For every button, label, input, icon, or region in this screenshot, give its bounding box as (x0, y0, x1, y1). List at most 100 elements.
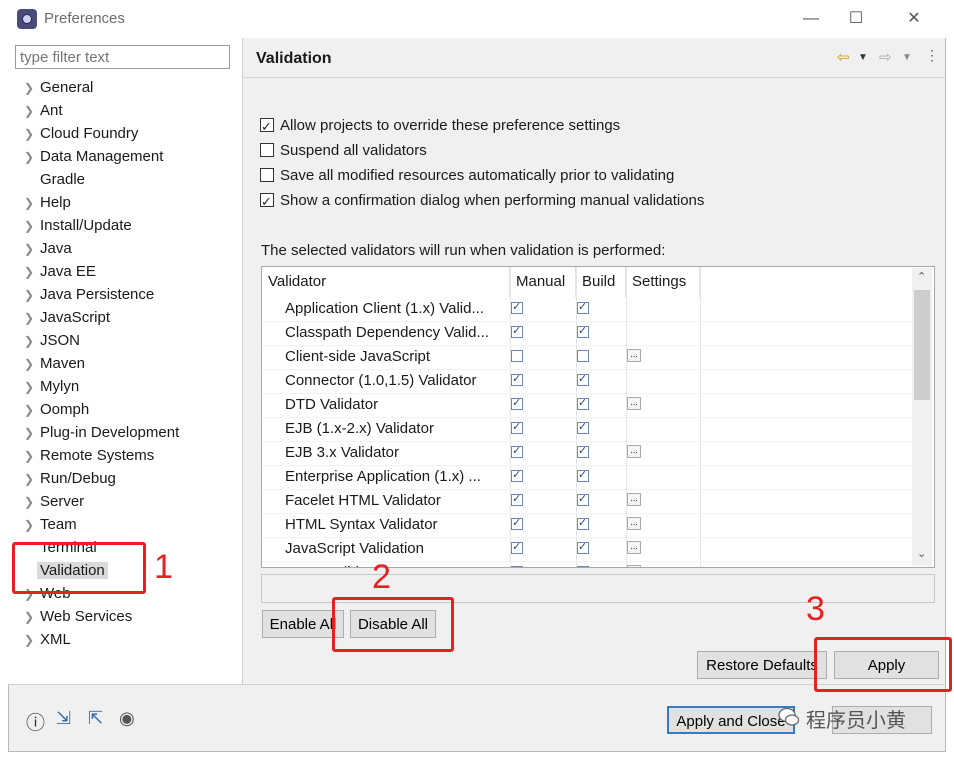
settings-ellipsis-button[interactable]: ... (627, 397, 641, 410)
allow-override-checkbox[interactable] (260, 116, 274, 138)
chevron-right-icon[interactable]: ❯ (24, 100, 40, 122)
settings-ellipsis-button[interactable]: ... (627, 517, 641, 530)
tree-item-run-debug[interactable]: ❯ Run/Debug (24, 468, 116, 490)
close-icon[interactable]: ✕ (894, 6, 934, 32)
build-checkbox[interactable] (577, 420, 589, 434)
chevron-right-icon[interactable]: ❯ (24, 376, 40, 398)
tree-item-java[interactable]: ❯ Java (24, 238, 72, 260)
tree-item-remote-systems[interactable]: ❯ Remote Systems (24, 445, 154, 467)
chevron-right-icon[interactable]: ❯ (24, 422, 40, 444)
build-checkbox[interactable] (577, 372, 589, 386)
build-checkbox[interactable] (577, 396, 589, 410)
restore-defaults-button[interactable]: Restore Defaults (697, 651, 827, 679)
manual-checkbox[interactable] (511, 492, 523, 506)
settings-ellipsis-button[interactable]: ... (627, 493, 641, 506)
column-settings[interactable]: Settings (626, 267, 700, 297)
table-row[interactable]: Facelet HTML Validator... (262, 489, 914, 514)
table-row[interactable]: Enterprise Application (1.x) ... (262, 465, 914, 490)
table-row[interactable]: Client-side JavaScript... (262, 345, 914, 370)
table-row[interactable]: DTD Validator... (262, 393, 914, 418)
chevron-right-icon[interactable]: ❯ (24, 491, 40, 513)
save-before-validate-checkbox[interactable] (260, 168, 274, 182)
tree-item-plug-in-development[interactable]: ❯ Plug-in Development (24, 422, 179, 444)
manual-checkbox[interactable] (511, 396, 523, 410)
build-checkbox[interactable] (577, 492, 589, 506)
manual-checkbox[interactable] (511, 444, 523, 458)
forward-menu-chevron-icon[interactable]: ▼ (902, 52, 912, 63)
import-icon[interactable]: ⇲ (56, 708, 71, 729)
confirm-dialog-checkbox-row[interactable]: Show a confirmation dialog when performi… (260, 190, 704, 213)
scrollbar-thumb[interactable] (914, 290, 930, 400)
scroll-up-icon[interactable]: ⌃ (917, 270, 926, 283)
help-icon[interactable]: ⓘ (26, 708, 45, 735)
record-icon[interactable]: ◉ (119, 708, 135, 729)
table-row[interactable]: HTML Syntax Validator... (262, 513, 914, 538)
forward-arrow-icon[interactable]: ⇨ (879, 48, 892, 66)
chevron-right-icon[interactable]: ❯ (24, 215, 40, 237)
manual-checkbox[interactable] (511, 516, 523, 530)
tree-item-java-persistence[interactable]: ❯ Java Persistence (24, 284, 154, 306)
view-menu-icon[interactable]: ⋮ (925, 47, 939, 64)
chevron-right-icon[interactable]: ❯ (24, 606, 40, 628)
tree-item-oomph[interactable]: ❯ Oomph (24, 399, 89, 421)
settings-ellipsis-button[interactable]: ... (627, 541, 641, 554)
manual-checkbox[interactable] (511, 300, 523, 314)
export-icon[interactable]: ⇱ (88, 708, 103, 729)
tree-item-javascript[interactable]: ❯ JavaScript (24, 307, 110, 329)
tree-item-json[interactable]: ❯ JSON (24, 330, 80, 352)
tree-item-maven[interactable]: ❯ Maven (24, 353, 85, 375)
chevron-right-icon[interactable]: ❯ (24, 514, 40, 536)
save-before-validate-checkbox-row[interactable]: Save all modified resources automaticall… (260, 165, 674, 187)
chevron-right-icon[interactable]: ❯ (24, 238, 40, 260)
table-row[interactable]: Classpath Dependency Valid... (262, 321, 914, 346)
chevron-right-icon[interactable]: ❯ (24, 399, 40, 421)
tree-item-ant[interactable]: ❯ Ant (24, 100, 63, 122)
chevron-right-icon[interactable]: ❯ (24, 77, 40, 99)
tree-item-team[interactable]: ❯ Team (24, 514, 77, 536)
chevron-right-icon[interactable]: ❯ (24, 445, 40, 467)
build-checkbox[interactable] (577, 324, 589, 338)
tree-item-help[interactable]: ❯ Help (24, 192, 71, 214)
confirm-dialog-checkbox[interactable] (260, 191, 274, 213)
maximize-icon[interactable]: ☐ (836, 6, 876, 32)
settings-ellipsis-button[interactable]: ... (627, 349, 641, 362)
tree-item-xml[interactable]: ❯ XML (24, 629, 71, 651)
minimize-icon[interactable]: — (791, 6, 831, 32)
chevron-right-icon[interactable]: ❯ (24, 307, 40, 329)
table-row[interactable]: Connector (1.0,1.5) Validator (262, 369, 914, 394)
chevron-right-icon[interactable]: ❯ (24, 192, 40, 214)
apply-and-close-button[interactable]: Apply and Close (667, 706, 795, 734)
chevron-right-icon[interactable]: ❯ (24, 146, 40, 168)
manual-checkbox[interactable] (511, 564, 523, 567)
back-arrow-icon[interactable]: ⇦ (837, 48, 850, 66)
table-row[interactable]: JAXB Validator... (262, 561, 914, 567)
manual-checkbox[interactable] (511, 324, 523, 338)
chevron-right-icon[interactable]: ❯ (24, 261, 40, 283)
tree-item-gradle[interactable]: Gradle (24, 169, 85, 191)
allow-override-checkbox-row[interactable]: Allow projects to override these prefere… (260, 115, 620, 138)
chevron-right-icon[interactable]: ❯ (24, 468, 40, 490)
tree-item-java-ee[interactable]: ❯ Java EE (24, 261, 96, 283)
chevron-right-icon[interactable]: ❯ (24, 353, 40, 375)
manual-checkbox[interactable] (511, 468, 523, 482)
build-checkbox[interactable] (577, 300, 589, 314)
filter-input[interactable] (15, 45, 230, 69)
scroll-down-icon[interactable]: ⌄ (917, 547, 926, 560)
column-manual[interactable]: Manual (510, 267, 576, 297)
tree-item-general[interactable]: ❯ General (24, 77, 93, 99)
build-checkbox[interactable] (577, 564, 589, 567)
build-checkbox[interactable] (577, 444, 589, 458)
manual-checkbox[interactable] (511, 540, 523, 554)
suspend-validators-checkbox[interactable] (260, 143, 274, 157)
tree-item-cloud-foundry[interactable]: ❯ Cloud Foundry (24, 123, 138, 145)
tree-item-server[interactable]: ❯ Server (24, 491, 84, 513)
tree-item-mylyn[interactable]: ❯ Mylyn (24, 376, 79, 398)
settings-ellipsis-button[interactable]: ... (627, 445, 641, 458)
manual-checkbox[interactable] (511, 372, 523, 386)
manual-checkbox[interactable] (511, 350, 523, 362)
tree-item-install-update[interactable]: ❯ Install/Update (24, 215, 132, 237)
chevron-right-icon[interactable]: ❯ (24, 123, 40, 145)
table-row[interactable]: JavaScript Validation... (262, 537, 914, 562)
table-row[interactable]: EJB 3.x Validator... (262, 441, 914, 466)
build-checkbox[interactable] (577, 350, 589, 362)
